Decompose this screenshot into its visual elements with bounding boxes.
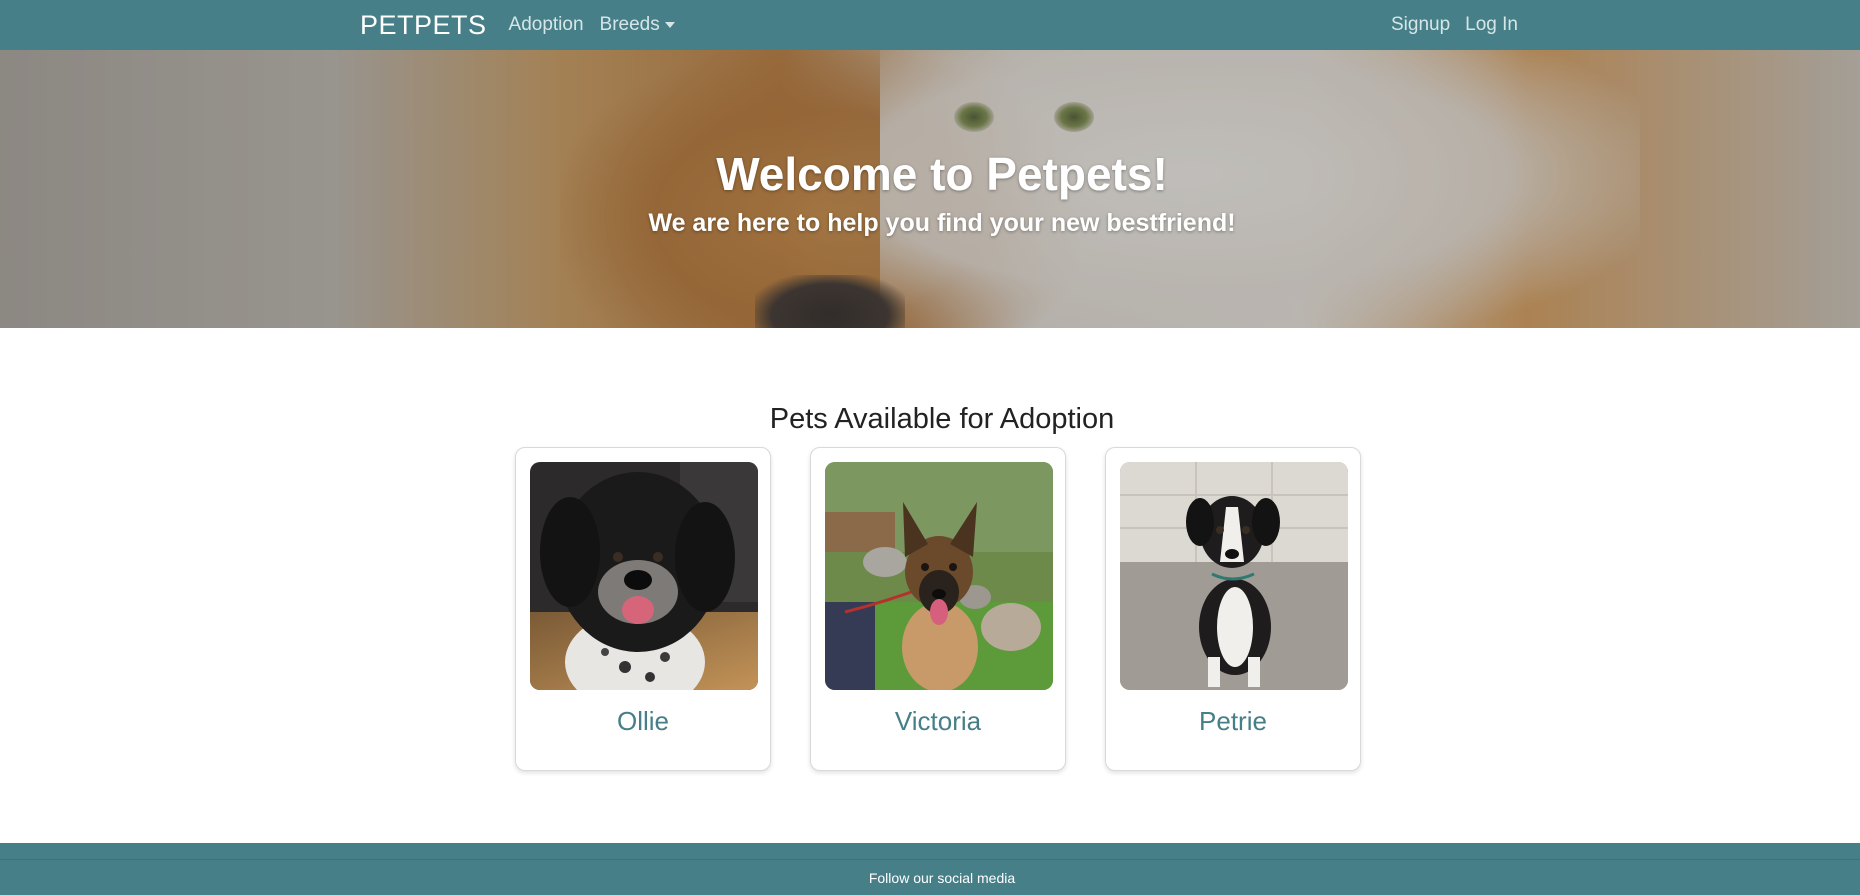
hero-text: Welcome to Petpets! We are here to help … bbox=[0, 147, 1860, 238]
pet-card-ollie[interactable]: Ollie bbox=[515, 447, 771, 771]
footer: Follow our social media bbox=[0, 843, 1860, 895]
nav-breeds-label: Breeds bbox=[599, 14, 660, 35]
pet-photo-petrie[interactable] bbox=[1120, 462, 1348, 690]
navbar: PETPETS Adoption Breeds Signup Log In bbox=[0, 0, 1860, 50]
hero-subtitle: We are here to help you find your new be… bbox=[648, 209, 1236, 237]
pet-image-petrie bbox=[1120, 462, 1348, 690]
footer-social-text: Follow our social media bbox=[868, 870, 1016, 886]
hero-banner: Welcome to Petpets! We are here to help … bbox=[0, 50, 1860, 328]
pet-photo-ollie[interactable] bbox=[530, 462, 758, 690]
nav-breeds-dropdown[interactable]: Breeds bbox=[600, 14, 675, 36]
navbar-inner: PETPETS Adoption Breeds Signup Log In bbox=[360, 0, 1518, 50]
hero-title: Welcome to Petpets! bbox=[716, 148, 1168, 200]
caret-down-icon bbox=[664, 22, 675, 28]
pet-image-ollie bbox=[530, 462, 758, 690]
pet-name-petrie[interactable]: Petrie bbox=[1106, 706, 1360, 737]
brand-logo[interactable]: PETPETS bbox=[360, 10, 487, 41]
pet-name-victoria[interactable]: Victoria bbox=[811, 706, 1065, 737]
pet-card-petrie[interactable]: Petrie bbox=[1105, 447, 1361, 771]
nav-signup-link[interactable]: Signup bbox=[1391, 14, 1450, 36]
footer-divider bbox=[0, 859, 1860, 860]
pet-card-list: Ollie Victoria Petrie bbox=[515, 447, 1361, 771]
nav-adoption-link[interactable]: Adoption bbox=[509, 14, 584, 36]
pet-photo-victoria[interactable] bbox=[825, 462, 1053, 690]
pet-image-victoria bbox=[825, 462, 1053, 690]
nav-login-link[interactable]: Log In bbox=[1465, 14, 1518, 36]
nav-right-group: Signup Log In bbox=[1376, 14, 1518, 36]
pet-card-victoria[interactable]: Victoria bbox=[810, 447, 1066, 771]
adoption-heading: Pets Available for Adoption bbox=[769, 403, 1115, 435]
pet-name-ollie[interactable]: Ollie bbox=[516, 706, 770, 737]
